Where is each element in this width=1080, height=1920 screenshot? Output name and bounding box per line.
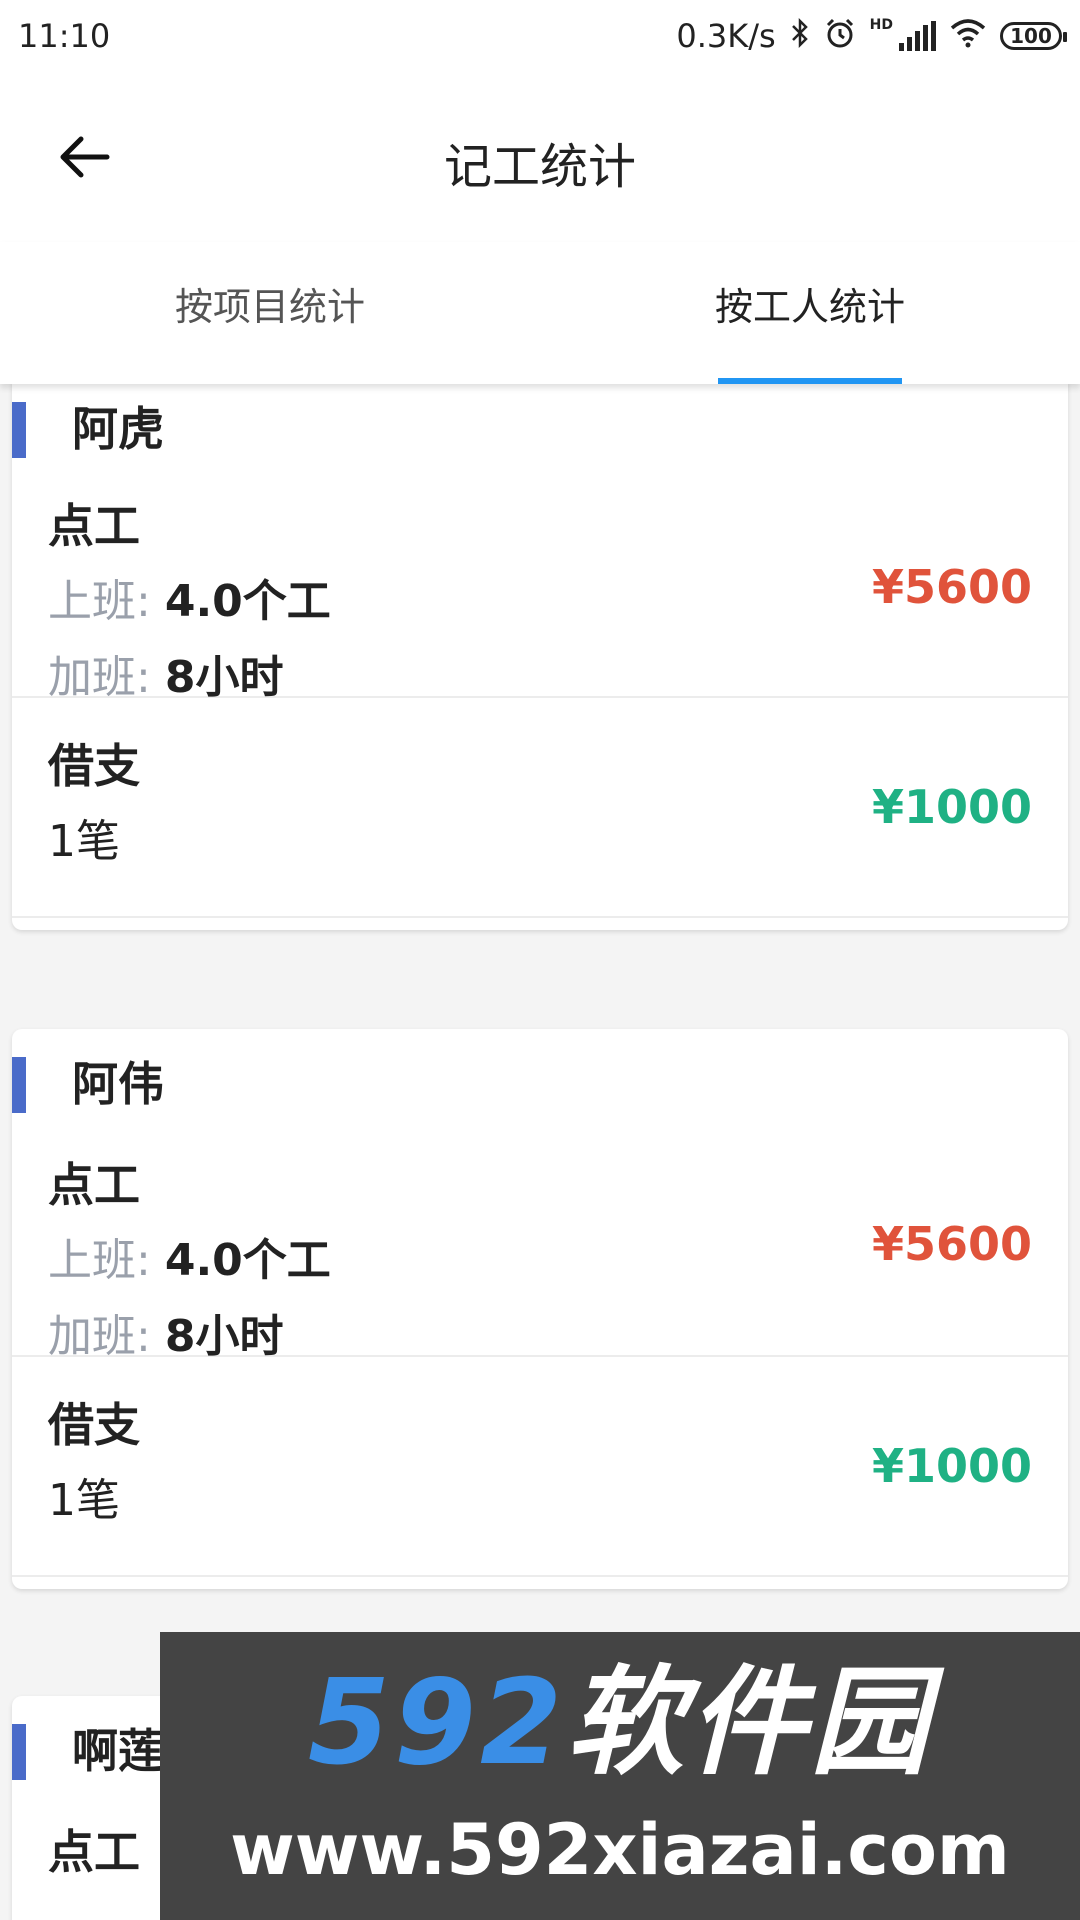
loan-section[interactable]: 借支 1笔 ¥1000 bbox=[12, 698, 1068, 918]
watermark-logo-number: 592 bbox=[307, 1653, 567, 1791]
work-label: 上班: bbox=[48, 1235, 151, 1286]
watermark-url: www.592xiazai.com bbox=[230, 1809, 1010, 1891]
status-bar: 11:10 0.3K/s HD 100 bbox=[0, 0, 1080, 72]
tab-label: 按项目统计 bbox=[174, 284, 365, 329]
overtime-label: 加班: bbox=[48, 1311, 151, 1362]
tab-active-indicator bbox=[718, 378, 902, 384]
watermark-logo-text: 软件园 bbox=[566, 1653, 933, 1791]
card-accent-bar bbox=[12, 1724, 26, 1780]
tab-by-project[interactable]: 按项目统计 bbox=[0, 242, 540, 384]
hd-label: HD bbox=[869, 17, 893, 33]
card-accent-bar bbox=[12, 402, 26, 458]
work-label: 上班: bbox=[48, 576, 151, 627]
tab-label: 按工人统计 bbox=[714, 284, 905, 329]
tab-by-worker[interactable]: 按工人统计 bbox=[540, 242, 1080, 384]
point-work-amount: ¥5600 bbox=[871, 1217, 1032, 1271]
watermark-overlay: 592软件园 www.592xiazai.com bbox=[160, 1632, 1080, 1920]
app-bar: 记工统计 bbox=[0, 72, 1080, 242]
status-icons: 0.3K/s HD 100 bbox=[676, 17, 1067, 55]
overtime-value: 8小时 bbox=[164, 652, 284, 703]
point-work-section[interactable]: 点工 上班: 4.0个工 加班: 8小时 ¥5600 bbox=[12, 478, 1068, 703]
network-speed: 0.3K/s bbox=[676, 17, 776, 55]
loan-section[interactable]: 借支 1笔 ¥1000 bbox=[12, 1357, 1068, 1577]
loan-amount: ¥1000 bbox=[871, 780, 1032, 834]
card-accent-bar bbox=[12, 1057, 26, 1113]
overtime-value: 8小时 bbox=[164, 1311, 284, 1362]
battery-icon: 100 bbox=[1000, 22, 1067, 50]
point-work-amount: ¥5600 bbox=[871, 560, 1032, 614]
loan-amount: ¥1000 bbox=[871, 1439, 1032, 1493]
watermark-logo: 592软件园 bbox=[160, 1642, 1080, 1802]
point-work-title: 点工 bbox=[48, 499, 140, 553]
point-work-title: 点工 bbox=[48, 1158, 140, 1212]
bluetooth-icon bbox=[790, 17, 810, 55]
worker-name: 啊莲 bbox=[72, 1724, 164, 1778]
card-footer-spacer bbox=[12, 918, 1068, 930]
worker-card[interactable]: 阿伟 点工 上班: 4.0个工 加班: 8小时 ¥5600 借支 1笔 ¥100… bbox=[12, 1029, 1068, 1589]
worker-name: 阿虎 bbox=[72, 402, 164, 456]
page-title: 记工统计 bbox=[443, 139, 636, 195]
worker-name: 阿伟 bbox=[72, 1057, 164, 1111]
tab-bar: 按项目统计 按工人统计 bbox=[0, 242, 1080, 384]
work-value: 4.0个工 bbox=[164, 576, 331, 627]
worker-card-header: 阿虎 bbox=[12, 384, 1068, 478]
worker-card[interactable]: 阿虎 点工 上班: 4.0个工 加班: 8小时 ¥5600 借支 1笔 ¥100… bbox=[12, 384, 1068, 930]
wifi-icon bbox=[950, 18, 986, 54]
overtime-label: 加班: bbox=[48, 652, 151, 703]
work-value: 4.0个工 bbox=[164, 1235, 331, 1286]
signal-icon bbox=[899, 21, 936, 51]
status-time: 11:10 bbox=[18, 17, 111, 55]
point-work-section[interactable]: 点工 上班: 4.0个工 加班: 8小时 ¥5600 bbox=[12, 1133, 1068, 1362]
alarm-icon bbox=[824, 17, 856, 55]
worker-card-header: 阿伟 bbox=[12, 1029, 1068, 1133]
card-footer-spacer bbox=[12, 1577, 1068, 1589]
